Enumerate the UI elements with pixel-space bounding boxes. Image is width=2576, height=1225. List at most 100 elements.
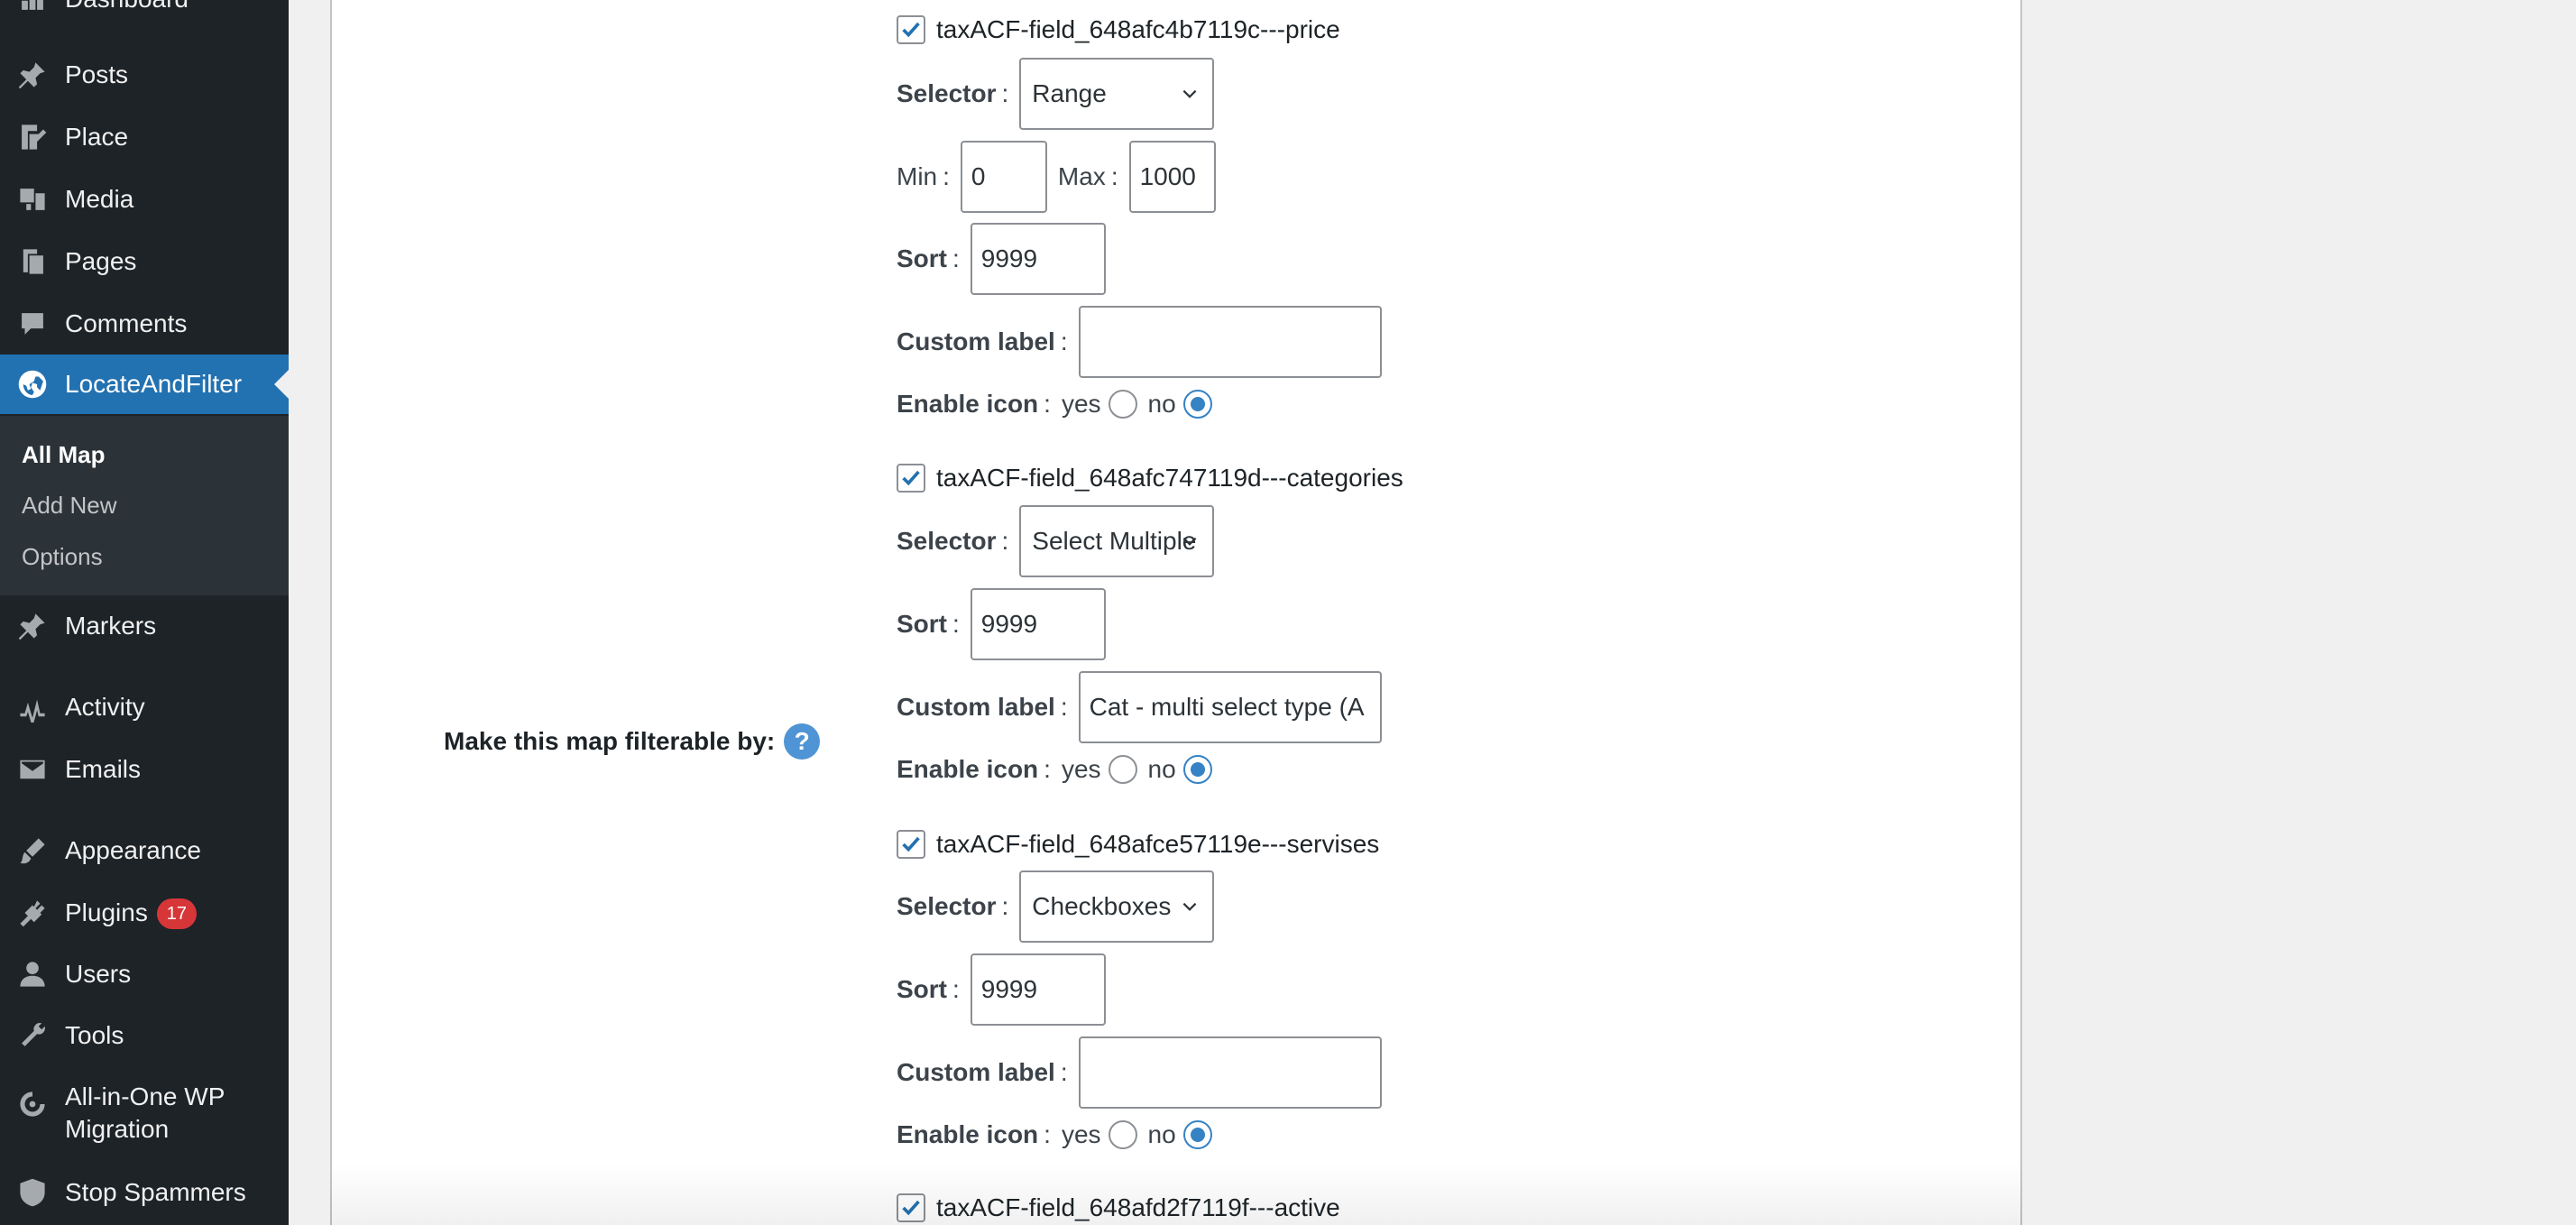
- sidebar-item-plugins[interactable]: Plugins 17: [0, 883, 289, 943]
- filterable-by-text: Make this map filterable by:: [444, 727, 776, 755]
- field-categories-enable-icon-row: Enable icon : yes no: [897, 751, 1223, 788]
- filterable-by-label: Make this map filterable by: ?: [444, 722, 821, 761]
- checkmark-icon: [902, 22, 920, 38]
- field-price-custom-label-row: Custom label :: [897, 306, 1382, 378]
- field-price-checkbox[interactable]: [897, 15, 925, 44]
- field-price-header: taxACF-field_648afc4b7119c---price: [897, 14, 1340, 46]
- pages-icon: [16, 245, 49, 278]
- field-categories-selector-row: Selector : Select Multiple: [897, 505, 1215, 577]
- enable-icon-label: Enable icon: [897, 390, 1039, 418]
- sidebar-item-appearance[interactable]: Appearance: [0, 821, 289, 880]
- sidebar-item-media[interactable]: Media: [0, 170, 289, 229]
- sidebar-item-place[interactable]: Place: [0, 107, 289, 167]
- sidebar-item-posts[interactable]: Posts: [0, 45, 289, 105]
- enable-icon-label: Enable icon: [897, 755, 1039, 783]
- help-icon[interactable]: ?: [784, 723, 821, 760]
- plugins-label: Plugins: [65, 898, 148, 926]
- field-price-selector-row: Selector : Range: [897, 58, 1215, 130]
- globe-icon: [16, 368, 49, 401]
- field-active-header: taxACF-field_648afd2f7119f---active: [897, 1192, 1340, 1224]
- custom-label-label: Custom label: [897, 327, 1055, 355]
- chevron-down-icon: [1182, 902, 1197, 911]
- field-active-name: taxACF-field_648afd2f7119f---active: [936, 1193, 1340, 1221]
- sidebar-item-locateandfilter[interactable]: LocateAndFilter: [0, 355, 289, 414]
- field-servises-sort-input[interactable]: 9999: [970, 953, 1106, 1026]
- field-price-name: taxACF-field_648afc4b7119c---price: [936, 15, 1340, 43]
- field-servises-enable-icon-no-radio[interactable]: [1182, 1120, 1212, 1149]
- field-categories-enable-icon-no-radio[interactable]: [1182, 755, 1212, 784]
- min-label: Min: [897, 162, 938, 190]
- field-servises-name: taxACF-field_648afce57119e---servises: [936, 830, 1380, 858]
- field-servises-selector-row: Selector : Checkboxes: [897, 870, 1215, 943]
- wrench-icon: [16, 1019, 49, 1052]
- chevron-down-icon: [1182, 537, 1197, 546]
- chevron-down-icon: [1182, 89, 1197, 98]
- field-price-enable-icon-yes-radio[interactable]: [1108, 390, 1137, 419]
- sidebar-item-tools[interactable]: Tools: [0, 1006, 289, 1065]
- plugin-icon: [16, 897, 49, 929]
- sort-label: Sort: [897, 975, 947, 1003]
- field-price-range-row: Min : 0 Max : 1000: [897, 141, 1216, 213]
- current-menu-arrow: [274, 370, 289, 399]
- field-price-enable-icon-row: Enable icon : yes no: [897, 386, 1223, 422]
- field-categories-checkbox[interactable]: [897, 464, 925, 493]
- field-servises-custom-label-input[interactable]: [1078, 1036, 1382, 1109]
- field-servises-enable-icon-yes-radio[interactable]: [1108, 1120, 1137, 1149]
- migration-icon: [16, 1088, 49, 1120]
- checkmark-icon: [902, 1200, 920, 1216]
- field-servises-enable-icon-row: Enable icon : yes no: [897, 1117, 1223, 1153]
- media-icon: [16, 183, 49, 216]
- sidebar-item-all-in-one-wp-migration[interactable]: All-in-One WP Migration: [0, 1072, 289, 1158]
- submenu-locateandfilter: All Map Add New Options: [0, 416, 289, 595]
- sidebar-item-comments[interactable]: Comments: [0, 294, 289, 354]
- field-servises-selector-dropdown[interactable]: Checkboxes: [1019, 870, 1215, 943]
- sidebar-item-pages[interactable]: Pages: [0, 232, 289, 291]
- selector-label: Selector: [897, 79, 997, 107]
- field-price-enable-icon-no-radio[interactable]: [1182, 390, 1212, 419]
- sidebar-item-users[interactable]: Users: [0, 944, 289, 1004]
- sidebar-item-emails[interactable]: Emails: [0, 740, 289, 799]
- sidebar-item-stop-spammers[interactable]: Stop Spammers: [0, 1163, 289, 1222]
- field-active-checkbox[interactable]: [897, 1193, 925, 1222]
- sort-label: Sort: [897, 244, 947, 272]
- field-price-selector-dropdown[interactable]: Range: [1019, 58, 1215, 130]
- field-categories-selector-dropdown[interactable]: Select Multiple: [1019, 505, 1215, 577]
- sidebar-item-dashboard[interactable]: Dashboard: [0, 0, 289, 29]
- field-categories-enable-icon-yes-radio[interactable]: [1108, 755, 1137, 784]
- enable-icon-label: Enable icon: [897, 1120, 1039, 1148]
- update-count-badge: 17: [156, 898, 197, 930]
- checkmark-icon: [902, 836, 920, 852]
- field-servises-custom-label-row: Custom label :: [897, 1036, 1382, 1109]
- submenu-item-add-new[interactable]: Add New: [22, 491, 117, 520]
- field-price-max-input[interactable]: 1000: [1128, 141, 1216, 213]
- dashboard-icon: [16, 0, 49, 15]
- email-icon: [16, 753, 49, 786]
- selector-label: Selector: [897, 892, 997, 920]
- max-label: Max: [1057, 162, 1106, 190]
- field-servises-checkbox[interactable]: [897, 830, 925, 859]
- submenu-item-all-map[interactable]: All Map: [22, 440, 105, 469]
- sidebar-item-activity[interactable]: Activity: [0, 677, 289, 737]
- checkmark-icon: [902, 470, 920, 486]
- pin-icon: [16, 610, 49, 642]
- field-price-custom-label-input[interactable]: [1078, 306, 1382, 378]
- shield-icon: [16, 1176, 49, 1209]
- field-price-min-input[interactable]: 0: [960, 141, 1047, 213]
- field-price-sort-input[interactable]: 9999: [970, 223, 1106, 295]
- comment-icon: [16, 308, 49, 340]
- edit-page-icon: [16, 121, 49, 153]
- custom-label-label: Custom label: [897, 693, 1055, 721]
- submenu-item-options[interactable]: Options: [22, 542, 103, 571]
- pin-icon: [16, 59, 49, 91]
- field-categories-sort-input[interactable]: 9999: [970, 588, 1106, 660]
- user-icon: [16, 958, 49, 990]
- brush-icon: [16, 834, 49, 867]
- field-categories-custom-label-row: Custom label : Cat - multi select type (…: [897, 671, 1382, 743]
- field-categories-custom-label-input[interactable]: Cat - multi select type (A: [1078, 671, 1382, 743]
- field-servises-sort-row: Sort : 9999: [897, 953, 1106, 1026]
- custom-label-label: Custom label: [897, 1058, 1055, 1086]
- sidebar-item-markers[interactable]: Markers: [0, 596, 289, 656]
- field-categories-header: taxACF-field_648afc747119d---categories: [897, 462, 1403, 494]
- field-price-sort-row: Sort : 9999: [897, 223, 1106, 295]
- activity-icon: [16, 691, 49, 723]
